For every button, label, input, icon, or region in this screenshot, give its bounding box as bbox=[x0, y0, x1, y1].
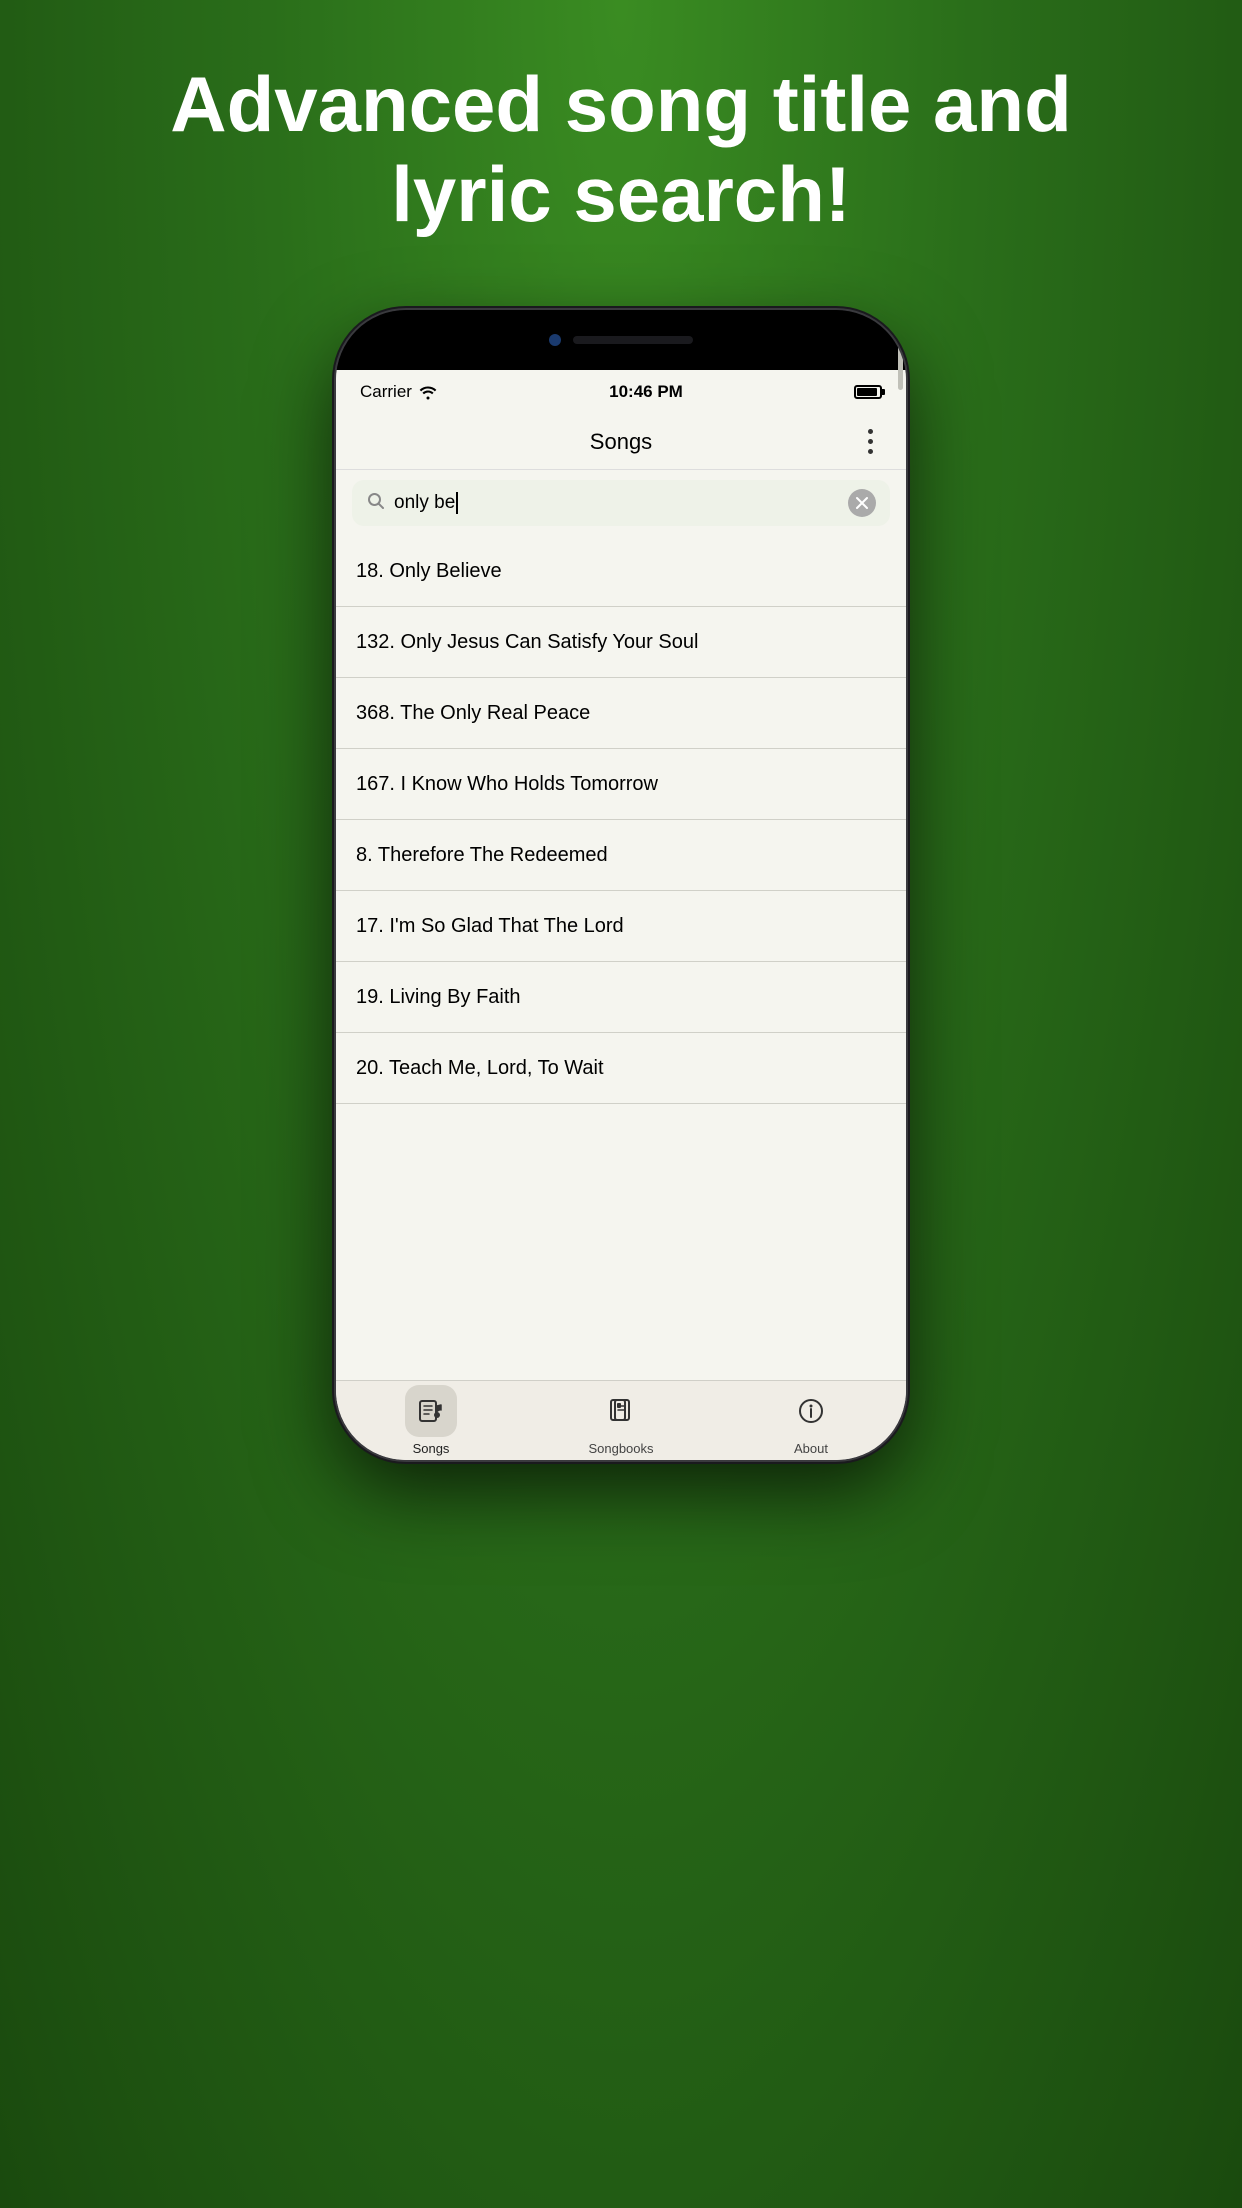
about-tab-icon-wrap bbox=[785, 1385, 837, 1437]
songbooks-tab-icon-wrap bbox=[595, 1385, 647, 1437]
songs-icon bbox=[417, 1397, 445, 1425]
songbooks-tab-label: Songbooks bbox=[588, 1441, 653, 1456]
search-bar[interactable]: only be bbox=[352, 480, 890, 526]
tab-songbooks[interactable]: Songbooks bbox=[526, 1385, 716, 1456]
list-item[interactable]: 167. I Know Who Holds Tomorrow bbox=[336, 749, 906, 820]
result-text: 19. Living By Faith bbox=[356, 986, 521, 1008]
tab-songs[interactable]: Songs bbox=[336, 1385, 526, 1456]
search-icon bbox=[366, 491, 386, 516]
tab-about[interactable]: About bbox=[716, 1385, 906, 1456]
results-list: 18. Only Believe 132. Only Jesus Can Sati… bbox=[336, 536, 906, 1380]
result-text: 20. Teach Me, Lord, To Wait bbox=[356, 1057, 604, 1079]
result-text: 132. Only Jesus Can Satisfy Your Soul bbox=[356, 631, 698, 653]
list-item[interactable]: 19. Living By Faith bbox=[336, 962, 906, 1033]
result-text: 167. I Know Who Holds Tomorrow bbox=[356, 773, 658, 795]
promo-heading: Advanced song title and lyric search! bbox=[0, 60, 1242, 239]
battery-icon bbox=[854, 385, 882, 399]
speaker-bar bbox=[573, 336, 693, 344]
result-text: 18. Only Believe bbox=[356, 560, 502, 582]
navigation-bar: Songs bbox=[336, 414, 906, 470]
about-tab-label: About bbox=[794, 1441, 828, 1456]
carrier-label: Carrier bbox=[360, 382, 438, 402]
wifi-icon bbox=[418, 384, 438, 400]
list-item[interactable]: 368. The Only Real Peace bbox=[336, 678, 906, 749]
list-item[interactable]: 18. Only Believe bbox=[336, 536, 906, 607]
result-text: 8. Therefore The Redeemed bbox=[356, 844, 608, 866]
list-item[interactable]: 20. Teach Me, Lord, To Wait bbox=[336, 1033, 906, 1104]
camera-dot bbox=[549, 334, 561, 346]
status-time: 10:46 PM bbox=[609, 382, 683, 402]
status-bar: Carrier 10:46 PM bbox=[336, 370, 906, 414]
result-text: 368. The Only Real Peace bbox=[356, 702, 590, 724]
phone-frame: Carrier 10:46 PM Songs bbox=[336, 310, 906, 1460]
battery-fill bbox=[857, 388, 877, 396]
search-clear-button[interactable] bbox=[848, 489, 876, 517]
songs-tab-label: Songs bbox=[413, 1441, 450, 1456]
result-text: 17. I'm So Glad That The Lord bbox=[356, 915, 624, 937]
three-dots-icon bbox=[868, 429, 873, 454]
songbooks-icon bbox=[607, 1397, 635, 1425]
phone-notch bbox=[336, 310, 906, 370]
search-container: only be bbox=[336, 470, 906, 536]
battery-indicator bbox=[854, 385, 882, 399]
phone-screen: Carrier 10:46 PM Songs bbox=[336, 370, 906, 1460]
page-title: Songs bbox=[590, 429, 652, 455]
list-item[interactable]: 17. I'm So Glad That The Lord bbox=[336, 891, 906, 962]
tab-bar: Songs Songbooks bbox=[336, 1380, 906, 1460]
about-icon bbox=[797, 1397, 825, 1425]
menu-button[interactable] bbox=[854, 426, 886, 458]
list-item[interactable]: 8. Therefore The Redeemed bbox=[336, 820, 906, 891]
search-input[interactable]: only be bbox=[394, 492, 840, 514]
list-item[interactable]: 132. Only Jesus Can Satisfy Your Soul bbox=[336, 607, 906, 678]
cursor bbox=[456, 492, 458, 514]
songs-tab-icon-wrap bbox=[405, 1385, 457, 1437]
